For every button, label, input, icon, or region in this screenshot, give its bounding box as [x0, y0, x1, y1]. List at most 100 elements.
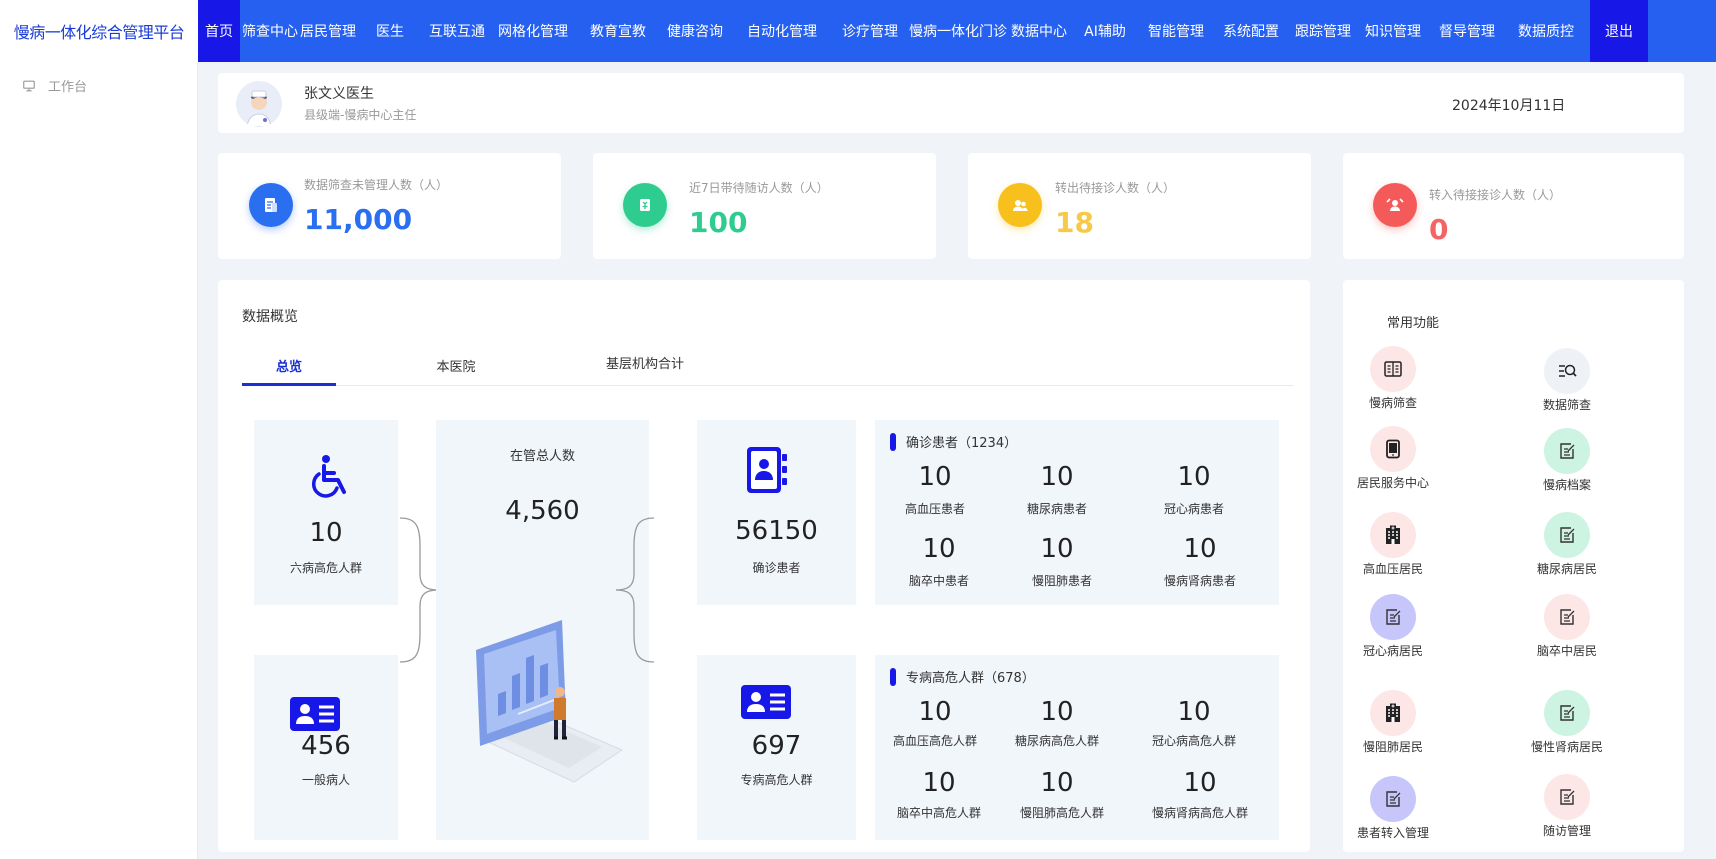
data-overview-panel: 数据概览 总览 本医院 基层机构合计 10 六病高危人群 456 一般病人 在管…	[218, 280, 1310, 852]
calendar-icon	[623, 183, 667, 227]
quick-coronary-residents[interactable]: 冠心病居民	[1338, 594, 1448, 659]
quick-item-label: 冠心病居民	[1362, 644, 1423, 658]
nav-screening[interactable]: 筛查中心	[240, 0, 300, 62]
nav-doctors[interactable]: 医生	[356, 0, 424, 62]
confirmed-breakdown-panel: 确诊患者（1234） 10 高血压患者 10 糖尿病患者 10 冠心病患者 10…	[875, 420, 1279, 605]
high-risk-value: 10	[309, 518, 343, 548]
book-icon	[1370, 346, 1416, 392]
confirmed-item-label: 脑卒中患者	[908, 574, 969, 588]
contact-book-icon	[747, 447, 787, 493]
risk-item-value: 10	[1040, 697, 1074, 727]
nav-ai-assist[interactable]: AI辅助	[1068, 0, 1142, 62]
quick-resident-service[interactable]: 居民服务中心	[1338, 426, 1448, 491]
tab-overview[interactable]: 总览	[242, 350, 336, 386]
general-patients-box[interactable]: 456 一般病人	[254, 655, 398, 840]
edit-icon	[1370, 776, 1416, 822]
stat-label: 转入待接接诊人数（人）	[1429, 188, 1562, 202]
user-role: 县级端-慢病中心主任	[304, 108, 417, 122]
stat-value: 100	[689, 206, 748, 239]
edit-icon	[1544, 594, 1590, 640]
special-risk-value: 697	[751, 731, 802, 761]
confirmed-item-label: 慢阻肺患者	[1031, 574, 1092, 588]
nav-quality-control[interactable]: 数据质控	[1502, 0, 1590, 62]
stat-label: 近7日带待随访人数（人）	[689, 181, 829, 195]
confirmed-patients-value: 56150	[735, 516, 818, 546]
special-risk-box[interactable]: 697 专病高危人群	[697, 655, 856, 840]
nav-grid-management[interactable]: 网格化管理	[490, 0, 576, 62]
sidebar-item-workbench[interactable]: 工作台	[22, 76, 87, 95]
high-risk-label: 六病高危人群	[289, 561, 362, 575]
id-card-icon	[290, 697, 340, 731]
confirmed-item-value: 10	[922, 534, 956, 564]
quick-copd-residents[interactable]: 慢阻肺居民	[1338, 690, 1448, 755]
quick-item-label: 慢性肾病居民	[1530, 740, 1603, 754]
nav-integrated-clinic[interactable]: 慢病一体化门诊	[906, 0, 1010, 62]
stat-card-screening-unmanaged[interactable]: 数据筛查未管理人数（人） 11,000	[218, 153, 561, 259]
confirmed-item-value: 10	[1040, 534, 1074, 564]
edit-icon	[1370, 594, 1416, 640]
quick-kidney-residents[interactable]: 慢性肾病居民	[1512, 690, 1622, 755]
app-brand-title: 慢病一体化综合管理平台	[0, 0, 198, 62]
general-patients-label: 一般病人	[301, 773, 350, 787]
logout-button[interactable]: 退出	[1590, 0, 1648, 62]
tab-this-hospital[interactable]: 本医院	[402, 350, 510, 386]
confirmed-breakdown-title: 确诊患者（1234）	[890, 432, 1017, 451]
quick-data-screening[interactable]: 数据筛查	[1512, 348, 1622, 413]
hospital-icon	[1370, 690, 1416, 736]
nav-knowledge[interactable]: 知识管理	[1354, 0, 1432, 62]
quick-diabetes-residents[interactable]: 糖尿病居民	[1512, 512, 1622, 577]
quick-item-label: 慢阻肺居民	[1362, 740, 1423, 754]
tab-primary-institutions[interactable]: 基层机构合计	[580, 350, 710, 386]
stat-card-transfer-out[interactable]: 转出待接诊人数（人） 18	[968, 153, 1311, 259]
sidebar-item-label: 工作台	[48, 80, 88, 95]
edit-icon	[1544, 428, 1590, 474]
laptop-chart-illustration	[476, 620, 624, 783]
nav-education[interactable]: 教育宣教	[576, 0, 660, 62]
quick-item-label: 患者转入管理	[1356, 826, 1429, 840]
risk-item-label: 慢阻肺高危人群	[1019, 806, 1104, 820]
nav-automation[interactable]: 自动化管理	[730, 0, 834, 62]
user-name: 张文义医生	[304, 86, 374, 102]
search-list-icon	[1544, 348, 1590, 394]
confirmed-item-label: 高血压患者	[904, 502, 965, 516]
nav-supervision[interactable]: 督导管理	[1432, 0, 1502, 62]
tablet-icon	[1370, 426, 1416, 472]
nav-smart-management[interactable]: 智能管理	[1142, 0, 1210, 62]
nav-home[interactable]: 首页	[198, 0, 240, 62]
overview-title: 数据概览	[242, 309, 298, 325]
quick-chronic-records[interactable]: 慢病档案	[1512, 428, 1622, 493]
quick-patient-transfer-in[interactable]: 患者转入管理	[1338, 776, 1448, 841]
quick-chronic-screening[interactable]: 慢病筛查	[1338, 346, 1448, 411]
risk-item-value: 10	[1183, 768, 1217, 798]
stat-card-transfer-in[interactable]: 转入待接接诊人数（人） 0	[1343, 153, 1684, 259]
users-icon	[998, 183, 1042, 227]
high-risk-box[interactable]: 10 六病高危人群	[254, 420, 398, 605]
wheelchair-icon	[311, 455, 346, 498]
nav-health-consult[interactable]: 健康咨询	[660, 0, 730, 62]
doctor-avatar	[236, 81, 282, 127]
nav-diagnosis[interactable]: 诊疗管理	[834, 0, 906, 62]
stat-label: 转出待接诊人数（人）	[1055, 181, 1176, 195]
nav-data-center[interactable]: 数据中心	[1010, 0, 1068, 62]
right-brace-connector	[615, 517, 655, 663]
hospital-icon	[1370, 512, 1416, 558]
quick-functions-panel: 常用功能 慢病筛查 数据筛查 居民服务中心 慢病档案 高血压居民 糖尿病居民 冠…	[1343, 280, 1684, 852]
nav-tracking[interactable]: 跟踪管理	[1292, 0, 1354, 62]
quick-followup-management[interactable]: 随访管理	[1512, 774, 1622, 839]
risk-item-value: 10	[1177, 697, 1211, 727]
stat-value: 18	[1055, 206, 1094, 239]
nav-residents[interactable]: 居民管理	[300, 0, 356, 62]
section-title-text: 确诊患者（1234）	[906, 436, 1018, 451]
quick-stroke-residents[interactable]: 脑卒中居民	[1512, 594, 1622, 659]
quick-hypertension-residents[interactable]: 高血压居民	[1338, 512, 1448, 577]
confirmed-item-label: 冠心病患者	[1163, 502, 1224, 516]
current-date: 2024年10月11日	[1452, 98, 1566, 114]
quick-item-label: 居民服务中心	[1356, 476, 1429, 490]
confirmed-patients-label: 确诊患者	[752, 561, 801, 575]
stat-card-followup-7days[interactable]: 近7日带待随访人数（人） 100	[593, 153, 936, 259]
nav-interconnect[interactable]: 互联互通	[424, 0, 490, 62]
total-managed-label: 在管总人数	[509, 449, 575, 464]
nav-system-config[interactable]: 系统配置	[1210, 0, 1292, 62]
confirmed-patients-box[interactable]: 56150 确诊患者	[697, 420, 856, 605]
confirmed-item-value: 10	[1177, 462, 1211, 492]
